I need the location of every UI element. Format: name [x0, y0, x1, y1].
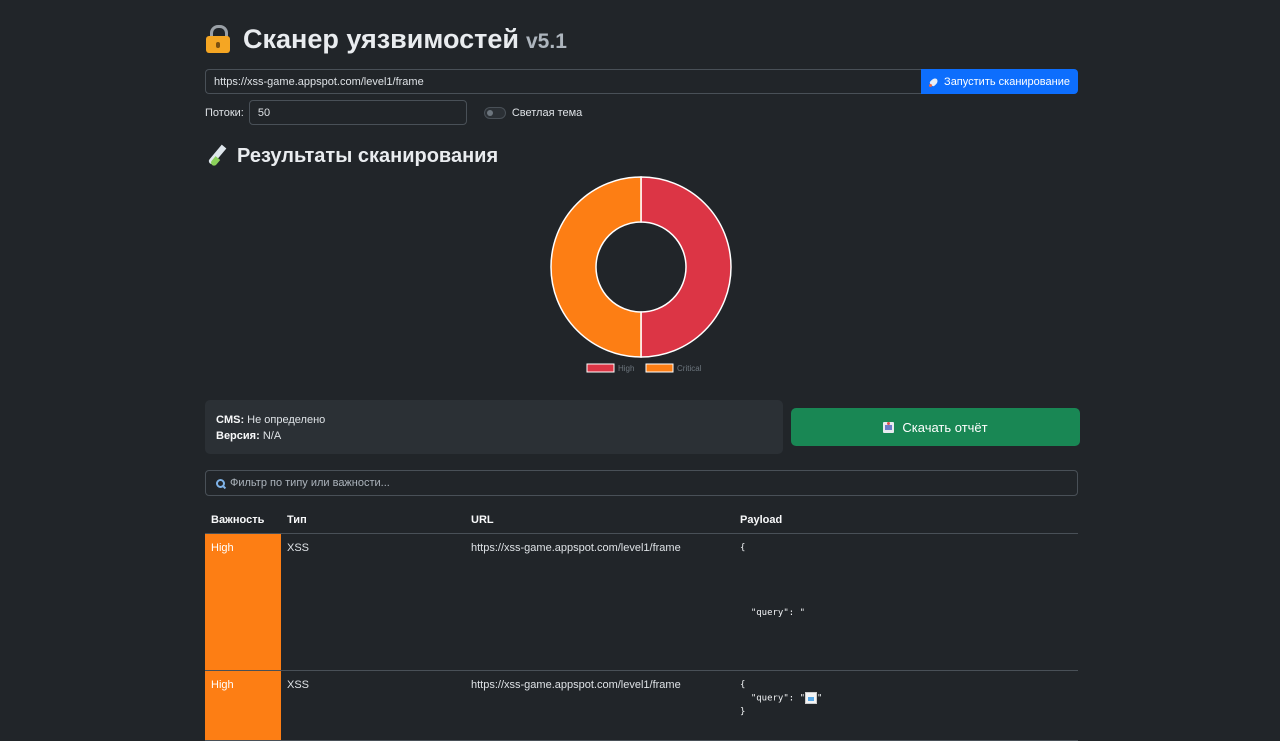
version-value: N/A — [262, 430, 282, 442]
chart-donut — [550, 176, 732, 358]
version-label: v5.1 — [526, 29, 567, 53]
cms-value: Не определено — [247, 414, 326, 426]
chart-slice-high[interactable] — [640, 176, 732, 358]
cms-info-box: CMS: Не определено Версия: N/A — [205, 400, 783, 454]
table-row: High XSS https://xss-game.appspot.com/le… — [205, 670, 1078, 741]
legend-swatch-high[interactable] — [586, 363, 615, 373]
chart-slice-critical[interactable] — [550, 176, 642, 358]
severity-cell: High — [205, 670, 281, 741]
download-report-button[interactable]: Скачать отчёт — [791, 408, 1080, 446]
search-icon — [216, 478, 225, 488]
theme-label: Светлая тема — [511, 106, 583, 119]
cms-label: CMS: — [216, 414, 245, 426]
threads-label: Потоки: — [205, 106, 244, 119]
rocket-icon — [929, 77, 939, 87]
payload-text: { "query": " " } — [740, 680, 823, 717]
url-form: Запустить сканирование — [205, 69, 1078, 94]
filter-input[interactable]: Фильтр по типу или важности... — [205, 470, 1078, 496]
app-title: Сканер уязвимостей — [243, 23, 519, 54]
header-type[interactable]: Тип — [281, 507, 465, 534]
broken-image-icon — [805, 692, 818, 704]
legend-label-critical[interactable]: Critical — [677, 364, 702, 373]
results-title: Результаты сканирования — [237, 144, 499, 167]
version-field-label: Версия: — [216, 430, 260, 442]
type-cell: XSS — [281, 533, 465, 671]
payload-cell: { "query": " " } — [734, 670, 1078, 741]
header-payload[interactable]: Payload — [734, 507, 1078, 534]
payload-text: { "query": " — [740, 543, 806, 618]
page-title: Сканер уязвимостей v5.1 — [205, 22, 567, 56]
header-severity[interactable]: Важность — [205, 507, 281, 534]
severity-cell: High — [205, 533, 281, 671]
filter-placeholder: Фильтр по типу или важности... — [230, 477, 390, 489]
theme-switch[interactable] — [483, 106, 506, 119]
header-url[interactable]: URL — [465, 507, 734, 534]
url-cell: https://xss-game.appspot.com/level1/fram… — [465, 533, 734, 671]
payload-cell: { "query": " — [734, 533, 1078, 671]
url-cell: https://xss-game.appspot.com/level1/fram… — [465, 670, 734, 741]
threads-input[interactable] — [248, 100, 467, 125]
settings-row: Потоки: Светлая тема — [205, 100, 582, 125]
table-row: High XSS https://xss-game.appspot.com/le… — [205, 533, 1078, 671]
lock-icon — [205, 25, 231, 53]
start-scan-button[interactable]: Запустить сканирование — [921, 69, 1078, 94]
report-icon — [883, 421, 895, 433]
test-tube-icon — [205, 144, 229, 168]
legend-label-high[interactable]: High — [618, 364, 634, 373]
severity-chart: High Critical — [550, 176, 732, 373]
chart-legend: High Critical — [586, 363, 702, 373]
results-heading: Результаты сканирования — [205, 142, 498, 170]
results-table: Важность Тип URL Payload High XSS https:… — [205, 507, 1078, 741]
start-scan-label: Запустить сканирование — [944, 75, 1070, 88]
light-theme-toggle[interactable]: Светлая тема — [483, 106, 583, 119]
download-report-label: Скачать отчёт — [902, 419, 988, 435]
legend-swatch-critical[interactable] — [645, 363, 674, 373]
table-header-row: Важность Тип URL Payload — [205, 507, 1078, 534]
type-cell: XSS — [281, 670, 465, 741]
url-input[interactable] — [205, 69, 921, 94]
